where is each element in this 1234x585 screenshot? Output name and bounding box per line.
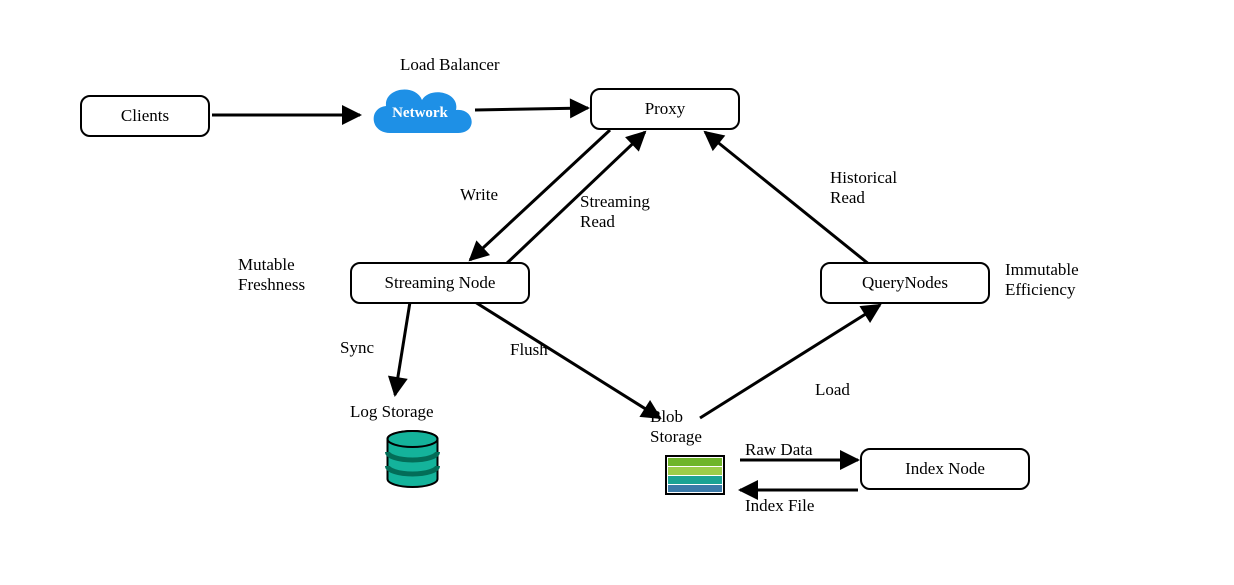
log-storage-label: Log Storage <box>350 402 434 422</box>
query-nodes-label: QueryNodes <box>862 273 948 293</box>
index-node-label: Index Node <box>905 459 985 479</box>
sync-label: Sync <box>340 338 374 358</box>
streaming-node-label: Streaming Node <box>385 273 496 293</box>
raw-data-label: Raw Data <box>745 440 813 460</box>
streaming-read-label: Streaming Read <box>580 192 650 231</box>
network-cloud-text: Network <box>392 105 448 122</box>
blob-storage-label: Blob Storage <box>650 407 702 446</box>
index-node: Index Node <box>860 448 1030 490</box>
clients-node: Clients <box>80 95 210 137</box>
flush-label: Flush <box>510 340 548 360</box>
load-balancer-label: Load Balancer <box>400 55 500 75</box>
clients-label: Clients <box>121 106 169 126</box>
blob-storage-icon <box>665 455 725 500</box>
proxy-node: Proxy <box>590 88 740 130</box>
arrow-streaming-to-log <box>395 302 410 395</box>
historical-read-label: Historical Read <box>830 168 897 207</box>
immutable-efficiency-label: Immutable Efficiency <box>1005 260 1079 299</box>
load-label: Load <box>815 380 850 400</box>
mutable-freshness-label: Mutable Freshness <box>238 255 305 294</box>
streaming-node: Streaming Node <box>350 262 530 304</box>
network-cloud-icon: Network <box>360 78 480 146</box>
arrow-cloud-to-proxy <box>475 108 588 110</box>
database-icon <box>385 430 440 497</box>
index-file-label: Index File <box>745 496 814 516</box>
arrow-blob-to-query <box>700 305 880 418</box>
query-nodes-node: QueryNodes <box>820 262 990 304</box>
proxy-label: Proxy <box>645 99 686 119</box>
write-label: Write <box>460 185 498 205</box>
diagram-canvas: Clients Load Balancer Network Proxy Stre… <box>0 0 1234 585</box>
arrow-streaming-to-blob <box>475 302 660 418</box>
